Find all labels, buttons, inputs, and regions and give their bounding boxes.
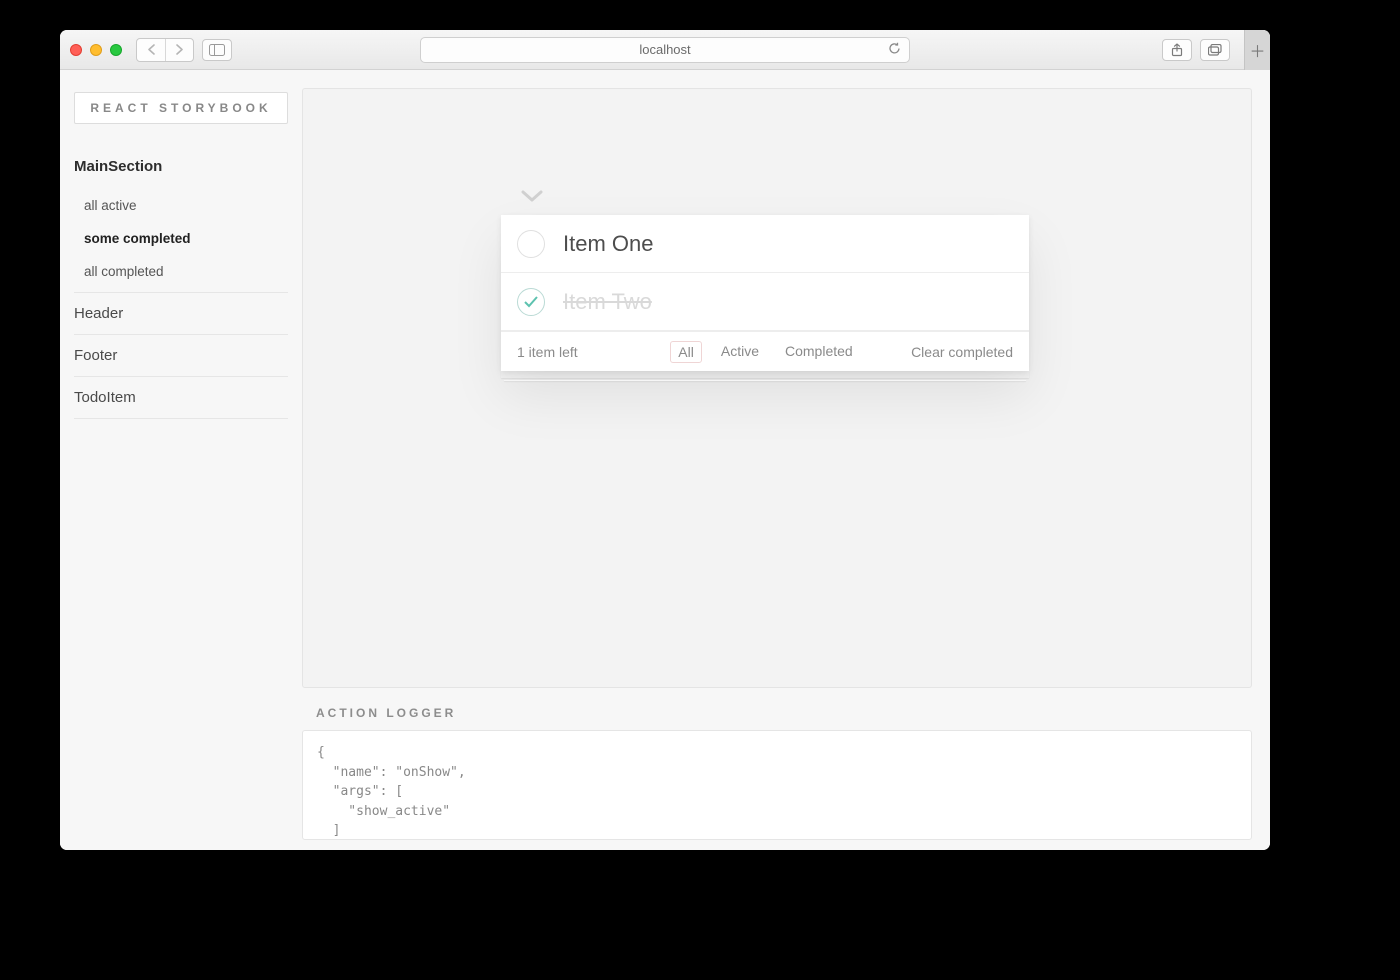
action-logger: { "name": "onShow", "args": [ "show_acti… [302, 730, 1252, 840]
sidebar-toggle-button[interactable] [202, 39, 232, 61]
story-all-active[interactable]: all active [74, 189, 288, 222]
filter-active[interactable]: Active [714, 341, 766, 363]
group-todoitem[interactable]: TodoItem [74, 377, 288, 419]
toolbar-right: ＋ [1162, 30, 1260, 70]
checkbox-checked-icon[interactable] [517, 288, 545, 316]
group-mainsection[interactable]: MainSection [74, 158, 288, 183]
browser-window: localhost ＋ REACT STORYBOOK MainSection … [60, 30, 1270, 850]
address-bar[interactable]: localhost [420, 37, 910, 63]
filter-list: All Active Completed [501, 341, 1029, 363]
nav-buttons [136, 38, 194, 62]
todo-app: Item One Item Two 1 item left All [501, 215, 1029, 371]
main-area: Item One Item Two 1 item left All [302, 70, 1270, 850]
minimize-window-button[interactable] [90, 44, 102, 56]
filter-completed[interactable]: Completed [778, 341, 860, 363]
todo-item: Item One [501, 215, 1029, 273]
back-button[interactable] [137, 39, 165, 61]
group-footer[interactable]: Footer [74, 335, 288, 377]
group-header[interactable]: Header [74, 293, 288, 335]
fullscreen-window-button[interactable] [110, 44, 122, 56]
todo-footer: 1 item left All Active Completed Clear c… [501, 331, 1029, 371]
titlebar: localhost ＋ [60, 30, 1270, 70]
reload-button[interactable] [888, 42, 901, 58]
checkbox-icon[interactable] [517, 230, 545, 258]
story-all-completed[interactable]: all completed [74, 255, 288, 288]
todo-label[interactable]: Item Two [563, 289, 652, 315]
story-some-completed[interactable]: some completed [74, 222, 288, 255]
app-body: REACT STORYBOOK MainSection all active s… [60, 70, 1270, 850]
share-button[interactable] [1162, 39, 1192, 61]
storybook-sidebar: REACT STORYBOOK MainSection all active s… [60, 70, 302, 850]
forward-button[interactable] [165, 39, 193, 61]
tabs-button[interactable] [1200, 39, 1230, 61]
close-window-button[interactable] [70, 44, 82, 56]
action-logger-title: ACTION LOGGER [316, 706, 1252, 720]
todo-label[interactable]: Item One [563, 231, 653, 257]
filter-all[interactable]: All [670, 341, 702, 363]
new-tab-button[interactable]: ＋ [1244, 30, 1270, 70]
todo-list: Item One Item Two [501, 215, 1029, 331]
toggle-all-icon[interactable] [521, 183, 543, 209]
window-controls [70, 44, 122, 56]
brand: REACT STORYBOOK [74, 92, 288, 124]
preview-frame: Item One Item Two 1 item left All [302, 88, 1252, 688]
todo-item: Item Two [501, 273, 1029, 331]
address-text: localhost [639, 42, 690, 57]
